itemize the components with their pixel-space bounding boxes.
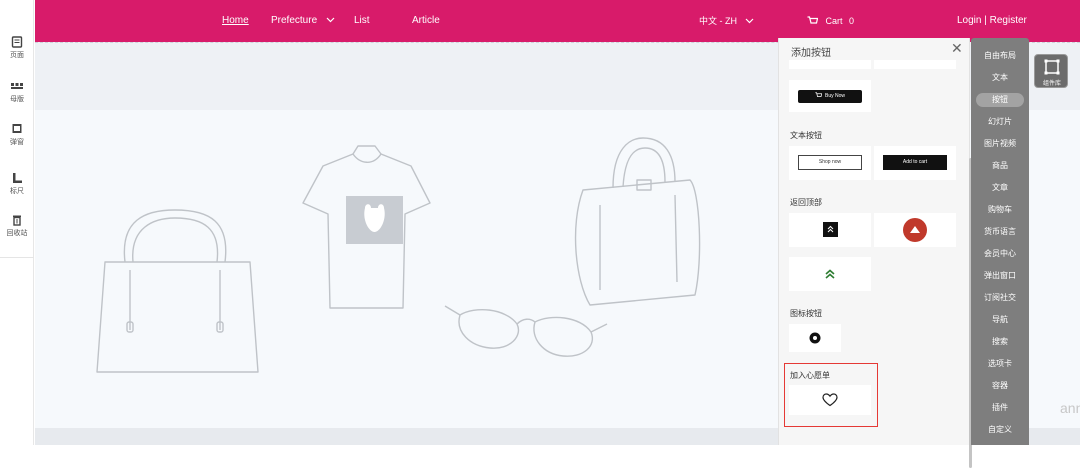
category-item[interactable]: 文本 — [971, 71, 1029, 85]
glasses-illustration — [458, 309, 520, 349]
category-item[interactable]: 货币语言 — [971, 225, 1029, 239]
category-item-active[interactable]: 按钮 — [971, 93, 1029, 107]
category-item[interactable]: 幻灯片 — [971, 115, 1029, 129]
cart-icon — [815, 92, 823, 97]
ruler-icon — [13, 173, 22, 183]
category-item[interactable]: 搜索 — [971, 335, 1029, 349]
back-to-top-round-tile[interactable] — [874, 213, 956, 247]
double-chevron-up-icon — [825, 269, 835, 279]
back-to-top-square-tile[interactable] — [789, 213, 871, 247]
cart-label: Cart — [825, 16, 843, 26]
component-library-label: 组件库 — [1042, 81, 1061, 87]
double-chevron-up-icon — [827, 225, 834, 233]
close-icon[interactable]: ✕ — [951, 40, 963, 57]
buy-now-tile[interactable]: Buy Now — [789, 80, 871, 112]
category-item[interactable]: 插件 — [971, 401, 1029, 415]
back-to-top-round-preview — [903, 218, 927, 242]
buy-now-label: Buy Now — [824, 93, 845, 99]
shop-now-tile[interactable]: Shop now — [789, 146, 871, 180]
category-item[interactable]: 图片视频 — [971, 137, 1029, 151]
rail-item-page[interactable]: 页面 — [0, 36, 34, 60]
rail-item-ruler[interactable]: 标尺 — [0, 172, 34, 196]
cart-count: 0 — [849, 16, 855, 26]
rail-item-popup[interactable]: 弹窗 — [0, 123, 34, 147]
back-to-top-chevron-tile[interactable] — [789, 257, 871, 291]
rail-item-trash[interactable]: 回收站 — [0, 214, 34, 238]
rail-label: 弹窗 — [10, 139, 24, 146]
category-item[interactable]: 选项卡 — [971, 357, 1029, 371]
rail-label: 母版 — [10, 96, 24, 103]
cart-icon — [807, 16, 819, 24]
category-item[interactable]: 导航 — [971, 313, 1029, 327]
rail-item-master[interactable]: 母版 — [0, 80, 34, 104]
category-item[interactable]: 弹出窗口 — [971, 269, 1029, 283]
popup-icon — [12, 124, 22, 133]
language-label: 中文 - ZH — [699, 16, 737, 26]
rail-label: 标尺 — [10, 188, 24, 195]
component-category-menu[interactable]: 自由布局 文本 按钮 幻灯片 图片视频 商品 文章 购物车 货币语言 会员中心 … — [971, 38, 1029, 445]
category-item[interactable]: 会员中心 — [971, 247, 1029, 261]
rail-label: 页面 — [10, 52, 24, 59]
buy-now-button-preview: Buy Now — [798, 90, 862, 103]
chevron-down-icon — [745, 18, 753, 24]
shop-now-button-preview: Shop now — [798, 155, 862, 170]
category-item[interactable]: 容器 — [971, 379, 1029, 393]
nav-list-link[interactable]: List — [354, 14, 370, 28]
rail-label: 回收站 — [6, 230, 28, 237]
nav-prefecture-link[interactable]: Prefecture — [271, 14, 335, 28]
left-rail: 页面 母版 弹窗 标尺 回收站 — [0, 0, 34, 445]
section-title-text-buttons: 文本按钮 — [790, 131, 822, 140]
page-icon — [11, 36, 23, 48]
product-illustration — [96, 137, 701, 373]
banner-watermark: anner — [1060, 400, 1080, 416]
panel-title: 添加按钮 — [791, 48, 831, 59]
category-item[interactable]: 自定义 — [971, 423, 1029, 437]
add-to-cart-tile[interactable]: Add to cart — [874, 146, 956, 180]
duffle-bag-illustration — [574, 179, 701, 306]
category-item[interactable]: 购物车 — [971, 203, 1029, 217]
button-template-tile[interactable] — [874, 60, 956, 69]
back-to-top-square-preview — [823, 222, 838, 237]
nav-home-link[interactable]: Home — [222, 14, 249, 28]
master-icon — [11, 83, 23, 89]
trash-icon — [13, 215, 21, 226]
section-title-back-to-top: 返回顶部 — [790, 198, 822, 207]
section-title-icon-buttons: 图标按钮 — [790, 309, 822, 318]
handbag-illustration — [96, 261, 259, 373]
wishlist-highlight-box — [784, 363, 878, 427]
category-item[interactable]: 订阅社交 — [971, 291, 1029, 305]
record-icon — [809, 332, 821, 344]
component-library-icon — [1044, 59, 1060, 75]
language-selector[interactable]: 中文 - ZH — [699, 14, 754, 28]
cart-link[interactable]: Cart 0 — [807, 14, 854, 28]
component-library-button[interactable]: 组件库 — [1034, 54, 1068, 88]
nav-prefecture-label: Prefecture — [271, 15, 318, 26]
site-header[interactable]: Home Prefecture List Article 中文 - ZH Car… — [35, 0, 1080, 42]
icon-button-tile[interactable] — [789, 324, 841, 352]
button-template-tile[interactable] — [789, 60, 871, 69]
category-item[interactable]: 自由布局 — [971, 49, 1029, 63]
category-item[interactable]: 商品 — [971, 159, 1029, 173]
category-item[interactable]: 文章 — [971, 181, 1029, 195]
login-register-link[interactable]: Login | Register — [957, 14, 1027, 28]
chevron-down-icon — [326, 17, 335, 23]
rail-divider — [0, 257, 34, 258]
add-to-cart-button-preview: Add to cart — [883, 155, 947, 170]
nav-article-link[interactable]: Article — [412, 14, 440, 28]
